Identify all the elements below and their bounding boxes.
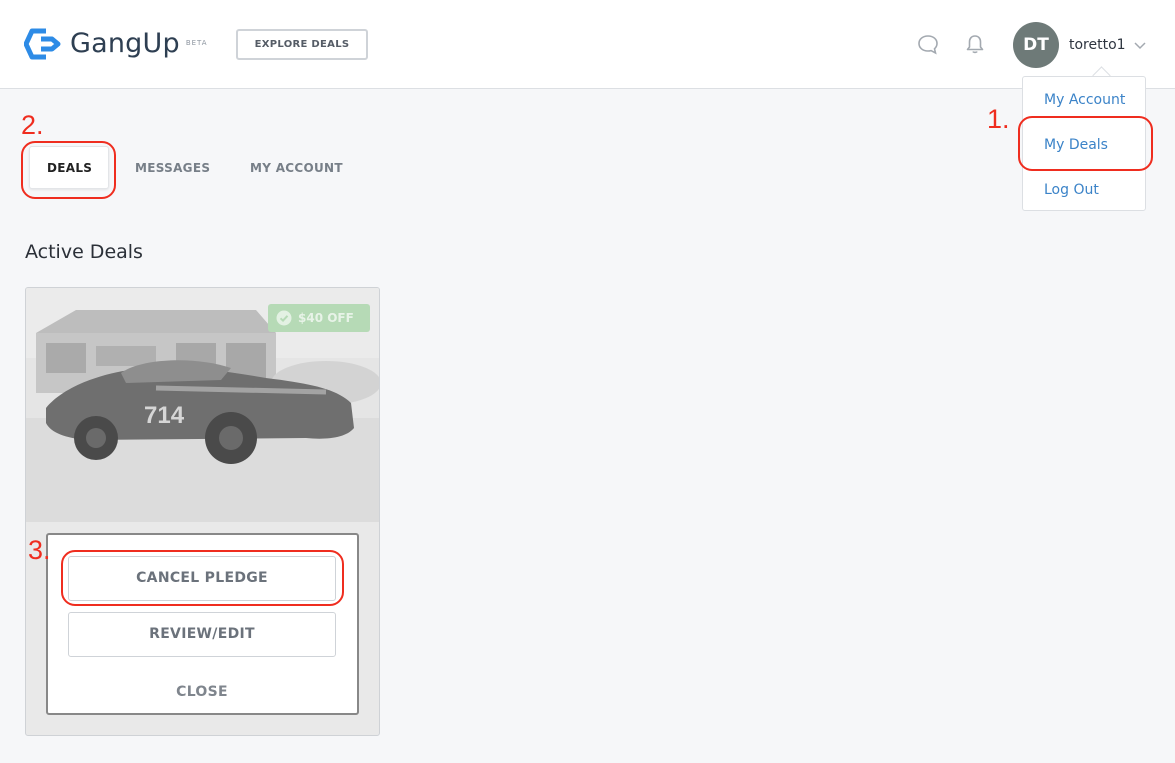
chevron-down-icon[interactable] — [1134, 40, 1146, 50]
avatar[interactable]: DT — [1013, 22, 1059, 68]
svg-text:714: 714 — [144, 402, 185, 429]
chat-icon[interactable] — [917, 33, 939, 55]
review-edit-button[interactable]: REVIEW/EDIT — [68, 612, 336, 657]
menu-item-my-account[interactable]: My Account — [1044, 92, 1125, 108]
discount-badge: $40 OFF — [268, 304, 370, 332]
close-button[interactable]: CLOSE — [68, 684, 336, 700]
beta-label: BETA — [185, 39, 208, 47]
menu-item-log-out[interactable]: Log Out — [1044, 182, 1099, 198]
badge-text: $40 OFF — [298, 311, 354, 325]
bell-icon[interactable] — [964, 33, 986, 55]
logo-text: GangUp — [70, 28, 180, 59]
gangup-logo-icon — [24, 28, 61, 60]
tab-my-account[interactable]: MY ACCOUNT — [250, 161, 343, 175]
annotation-2-label: 2. — [21, 110, 44, 140]
tab-messages[interactable]: MESSAGES — [135, 161, 210, 175]
section-title: Active Deals — [25, 241, 143, 263]
annotation-3-label: 3. — [28, 535, 51, 565]
top-header: GangUp BETA EXPLORE DEALS DT toretto1 — [0, 0, 1175, 89]
annotation-3-ring — [61, 550, 344, 606]
annotation-2-ring — [21, 141, 116, 199]
annotation-1-label: 1. — [987, 104, 1010, 134]
explore-deals-button[interactable]: EXPLORE DEALS — [236, 29, 368, 60]
check-circle-icon — [276, 310, 292, 326]
username[interactable]: toretto1 — [1069, 37, 1126, 53]
annotation-1-ring — [1018, 116, 1153, 171]
logo[interactable]: GangUp BETA — [24, 27, 208, 61]
